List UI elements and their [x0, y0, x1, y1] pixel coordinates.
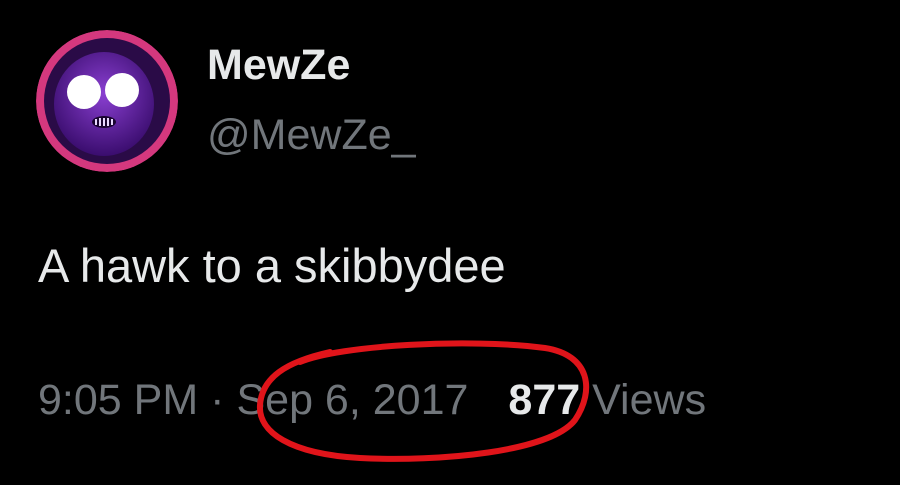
user-handle[interactable]: @MewZe_ — [207, 110, 416, 160]
tweet-card: MewZe @MewZe_ A hawk to a skibbydee 9:05… — [0, 0, 900, 485]
tweet-text: A hawk to a skibbydee — [38, 239, 506, 292]
avatar[interactable] — [36, 30, 178, 172]
tweet-meta: 9:05 PM · Sep 6, 2017 877 Views — [38, 372, 706, 428]
views-label[interactable]: Views — [592, 372, 706, 428]
display-name[interactable]: MewZe — [207, 40, 350, 90]
views-count: 877 — [508, 376, 581, 424]
purple-ghost-avatar-icon — [36, 30, 178, 172]
tweet-time[interactable]: 9:05 PM — [38, 372, 198, 428]
meta-separator: · — [210, 376, 225, 424]
tweet-date[interactable]: Sep 6, 2017 — [236, 372, 468, 428]
